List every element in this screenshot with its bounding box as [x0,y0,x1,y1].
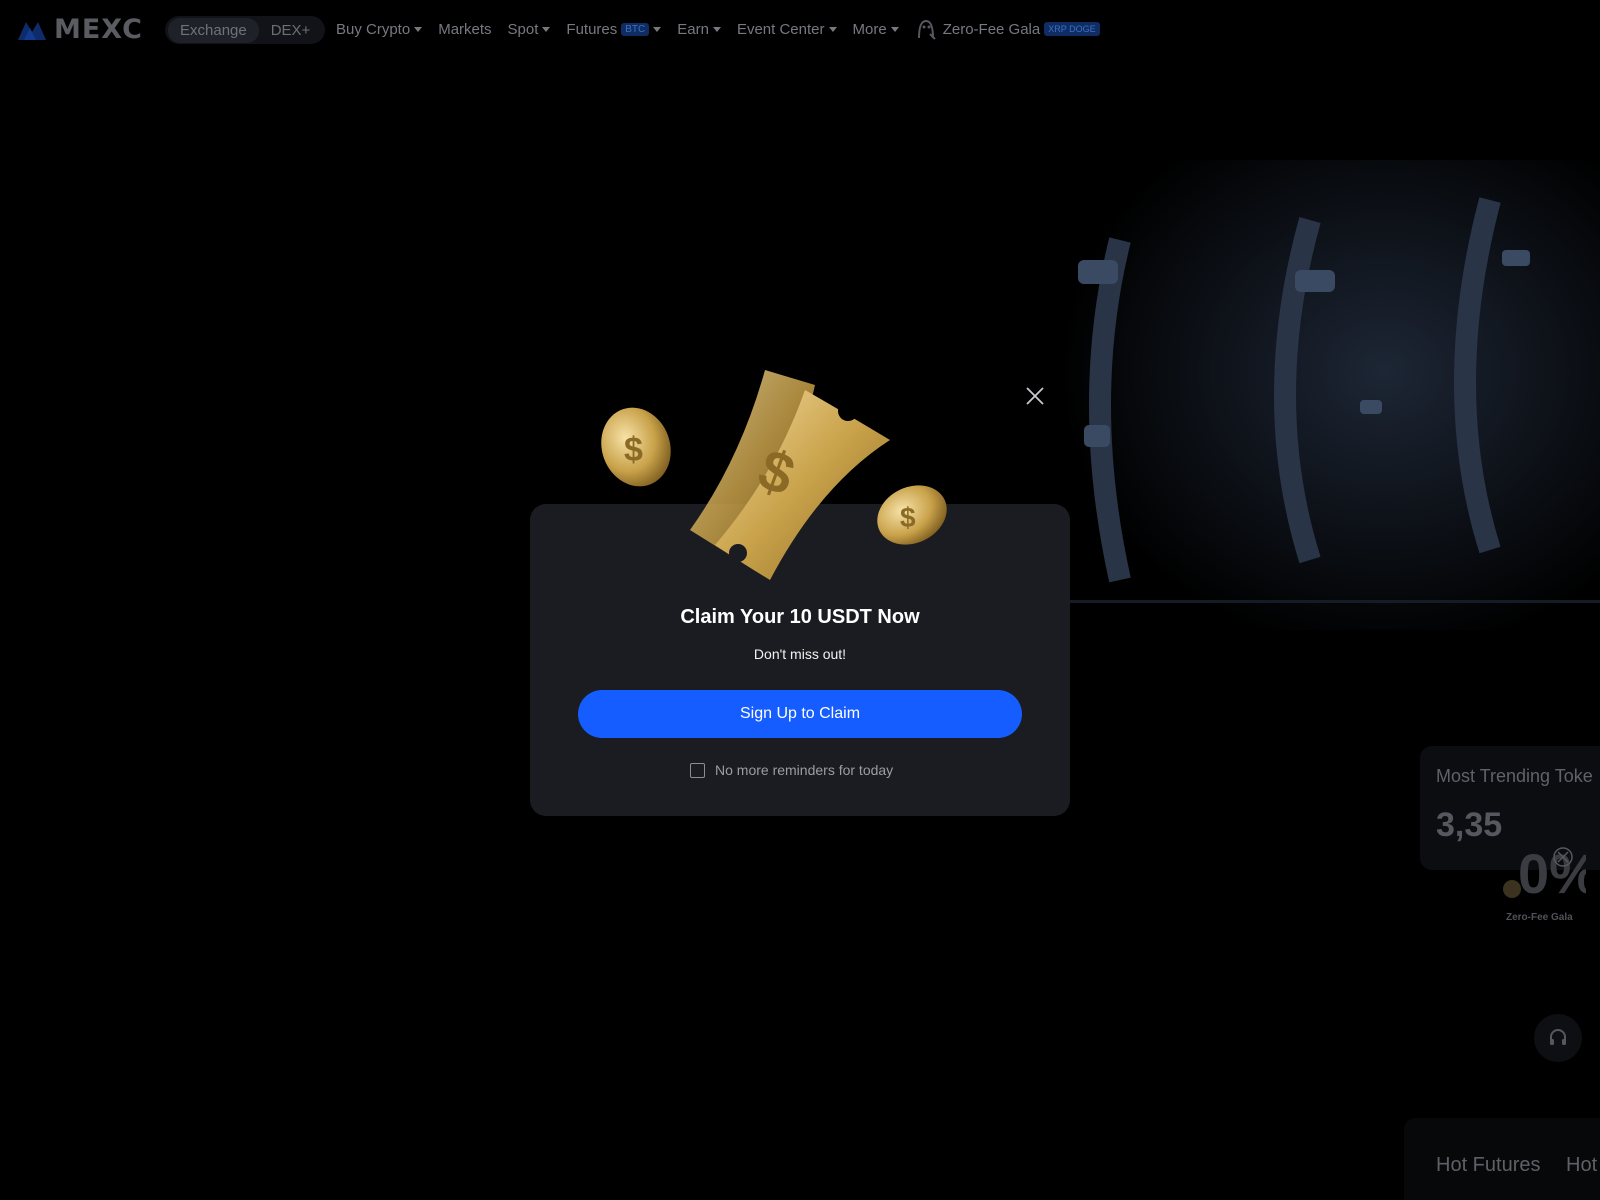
menu-zero-fee-gala[interactable]: Zero-Fee Gala XRP DOGE [915,18,1100,40]
mexc-logo-icon [18,21,46,40]
support-button[interactable] [1534,1014,1582,1062]
coin-ticket-illustration: $ $ $ [601,370,947,580]
hot-markets-tabs: Hot Futures Hot [1404,1118,1600,1200]
no-reminder-checkbox[interactable] [690,762,705,778]
gala-mascot-icon [917,19,936,40]
menu-more[interactable]: More [853,21,899,38]
menu-label: Earn [677,20,709,38]
modal-title: Claim Your 10 USDT Now [680,606,920,628]
tab-hot-futures[interactable]: Hot Futures [1436,1154,1540,1177]
hero-banner-image [1060,160,1600,630]
tab-hot[interactable]: Hot [1566,1154,1597,1177]
main-menu: Buy Crypto Markets Spot Futures BTC Earn… [336,18,1116,40]
modal-subtitle: Don't miss out! [753,646,847,662]
product-switch: Exchange DEX+ [165,16,326,44]
segment-exchange[interactable]: Exchange [168,17,259,43]
menu-event-center[interactable]: Event Center [737,21,837,38]
trending-title: Most Trending Toke [1436,766,1593,786]
gala-badge: XRP DOGE [1044,22,1100,36]
menu-markets[interactable]: Markets [438,21,491,38]
svg-text:$: $ [624,431,643,469]
segment-dex[interactable]: DEX+ [259,18,323,43]
logo-text: MEXC [54,14,143,45]
svg-text:$: $ [900,502,916,533]
dropdown-caret-icon [712,26,721,32]
menu-futures[interactable]: Futures BTC [566,20,662,38]
dropdown-caret-icon [828,26,837,32]
dropdown-caret-icon [653,26,662,32]
menu-earn[interactable]: Earn [677,21,721,38]
zero-fee-label: Zero-Fee Gala [1506,912,1573,923]
logo[interactable]: MEXC [16,14,143,45]
dropdown-caret-icon [414,26,423,32]
menu-label: Event Center [736,20,825,38]
menu-spot[interactable]: Spot [508,21,551,38]
top-navigation: MEXC Exchange DEX+ Buy Crypto Markets Sp… [0,0,1600,60]
sign-up-to-claim-button[interactable]: Sign Up to Claim [578,690,1022,738]
menu-label: More [852,20,887,38]
dropdown-caret-icon [542,26,551,32]
no-reminder-label[interactable]: No more reminders for today [715,762,893,778]
close-icon[interactable] [1024,385,1046,407]
no-reminder-option[interactable]: No more reminders for today [690,762,893,778]
menu-label: Markets [438,20,492,38]
menu-label: Buy Crypto [336,20,411,38]
headset-icon [1550,1029,1566,1045]
menu-buy-crypto[interactable]: Buy Crypto [336,20,423,38]
dropdown-caret-icon [890,26,899,32]
trending-value: 3,35 [1436,806,1503,844]
menu-label: Futures [566,20,618,38]
futures-badge: BTC [621,22,650,36]
zero-fee-text: 0% [1518,842,1586,905]
menu-label: Zero-Fee Gala [942,20,1041,38]
menu-label: Spot [507,20,539,38]
